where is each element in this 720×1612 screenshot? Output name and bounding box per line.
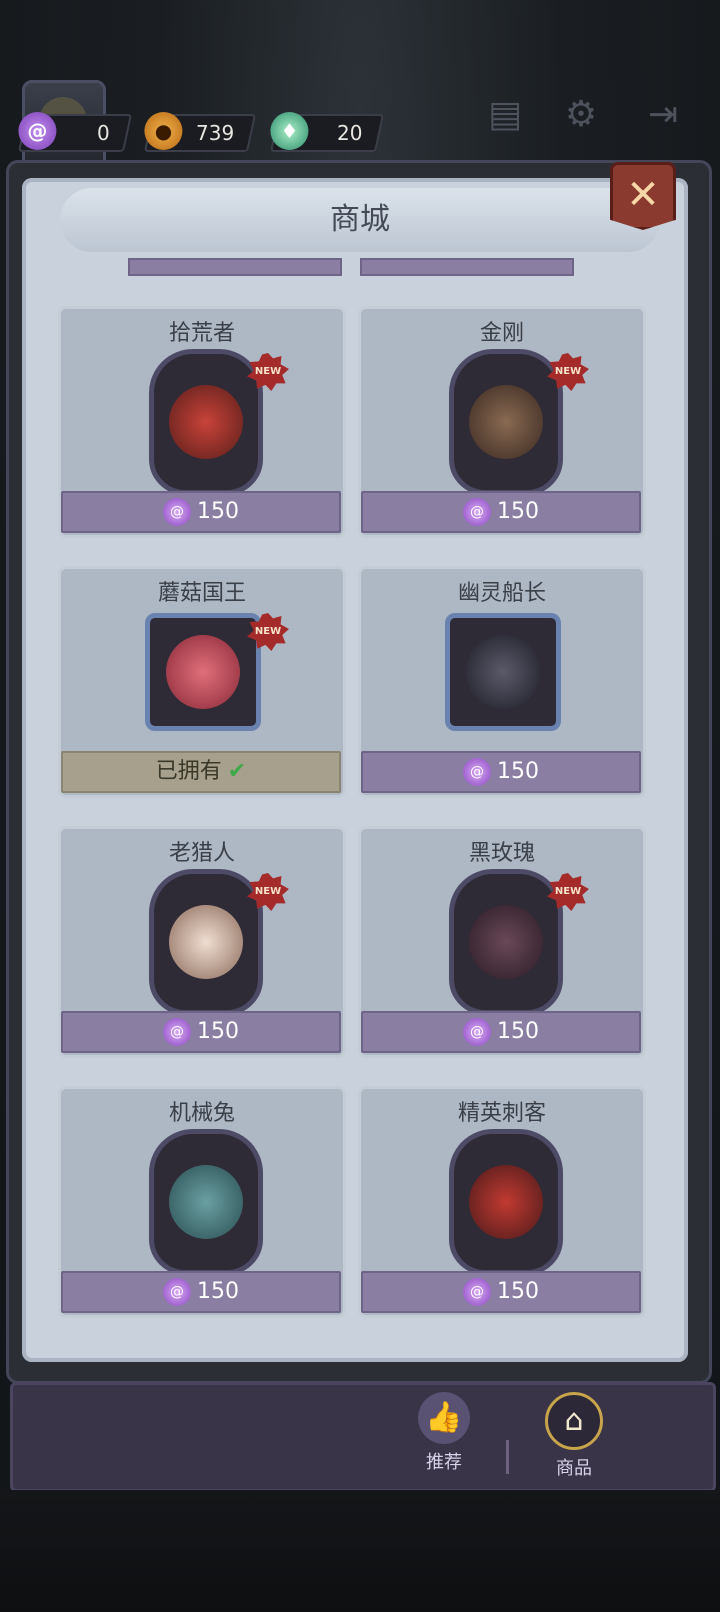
gorilla-icon	[469, 385, 543, 459]
close-button[interactable]: ✕	[610, 162, 676, 230]
shop-item-card[interactable]: 拾荒者 NEW @150	[58, 306, 346, 538]
shop-item-card[interactable]: 老猎人 NEW @150	[58, 826, 346, 1058]
checkmark-icon: ✔	[227, 759, 247, 784]
character-portrait	[149, 1129, 263, 1275]
candy-icon: @	[163, 1018, 191, 1046]
candy-icon: @	[163, 498, 191, 526]
scrolled-price-bar	[128, 258, 342, 276]
pumpkin-icon: ●	[144, 112, 183, 150]
tab-recommend[interactable]: 👍 推荐	[404, 1392, 484, 1482]
character-portrait	[449, 349, 563, 495]
potion-icon: ♦	[270, 112, 309, 150]
pumpkin-count: 739	[195, 121, 234, 145]
mech-rabbit-icon	[169, 1165, 243, 1239]
item-price: 150	[497, 1019, 539, 1044]
exit-icon[interactable]: ⇥	[640, 92, 686, 138]
candy-icon: @	[163, 1278, 191, 1306]
item-price: 150	[197, 499, 239, 524]
potion-count: 20	[336, 121, 362, 145]
item-name: 黑玫瑰	[468, 841, 535, 866]
candy-resource[interactable]: @ 0	[17, 112, 133, 152]
shop-item-card[interactable]: 黑玫瑰 NEW @150	[358, 826, 646, 1058]
item-price: 150	[197, 1279, 239, 1304]
shop-item-card[interactable]: 蘑菇国王 NEW 已拥有 ✔	[58, 566, 346, 798]
character-portrait	[449, 1129, 563, 1275]
character-portrait	[149, 349, 263, 495]
candy-icon: @	[463, 498, 491, 526]
scrolled-price-bar	[360, 258, 574, 276]
price-button[interactable]: @150	[61, 491, 341, 533]
item-price: 150	[197, 1019, 239, 1044]
book-icon[interactable]: ▤	[482, 92, 528, 138]
nav-divider	[506, 1440, 509, 1474]
item-price: 150	[497, 1279, 539, 1304]
item-name: 蘑菇国王	[157, 581, 246, 606]
character-portrait	[149, 869, 263, 1015]
bottom-shadow	[0, 1490, 720, 1612]
item-name: 金刚	[479, 321, 524, 346]
candy-icon: @	[463, 1018, 491, 1046]
bat-icon	[466, 635, 540, 709]
candy-count: 0	[97, 121, 110, 145]
character-portrait	[449, 869, 563, 1015]
item-name: 幽灵船长	[457, 581, 546, 606]
potion-resource: ♦ 20	[269, 112, 385, 152]
pumpkin-resource: ● 739	[143, 112, 257, 152]
shop-bag-icon: ⌂	[545, 1392, 603, 1450]
candy-icon: @	[463, 758, 491, 786]
tab-goods[interactable]: ⌂ 商品	[534, 1392, 614, 1482]
shop-item-card[interactable]: 金刚 NEW @150	[358, 306, 646, 538]
item-name: 精英刺客	[457, 1101, 546, 1126]
price-button[interactable]: @150	[61, 1011, 341, 1053]
black-rose-icon	[469, 905, 543, 979]
price-button[interactable]: @150	[361, 1271, 641, 1313]
owned-label: 已拥有	[155, 759, 222, 784]
candy-icon: @	[18, 112, 57, 150]
tab-goods-label: 商品	[556, 1458, 592, 1479]
thumbs-up-icon: 👍	[418, 1392, 470, 1444]
shop-title: 商城	[60, 188, 660, 252]
item-name: 拾荒者	[168, 321, 235, 346]
item-grid: 拾荒者 NEW @150 金刚 NEW @150 蘑菇国王 NEW 已拥有 ✔ 幽…	[58, 306, 662, 1346]
gear-icon[interactable]: ⚙	[558, 92, 604, 138]
shop-item-card[interactable]: 机械兔 @150	[58, 1086, 346, 1318]
shop-item-card[interactable]: 幽灵船长 @150	[358, 566, 646, 798]
owned-status: 已拥有 ✔	[61, 751, 341, 793]
price-button[interactable]: @150	[361, 751, 641, 793]
item-price: 150	[497, 759, 539, 784]
candy-icon: @	[463, 1278, 491, 1306]
item-name: 机械兔	[168, 1101, 235, 1126]
old-hunter-icon	[169, 905, 243, 979]
mushroom-king-icon	[166, 635, 240, 709]
shop-item-card[interactable]: 精英刺客 @150	[358, 1086, 646, 1318]
item-name: 老猎人	[168, 841, 235, 866]
item-price: 150	[497, 499, 539, 524]
assassin-icon	[469, 1165, 543, 1239]
price-button[interactable]: @150	[361, 491, 641, 533]
tab-recommend-label: 推荐	[426, 1452, 462, 1473]
price-button[interactable]: @150	[61, 1271, 341, 1313]
character-portrait	[145, 613, 261, 731]
character-portrait	[445, 613, 561, 731]
scavenger-icon	[169, 385, 243, 459]
price-button[interactable]: @150	[361, 1011, 641, 1053]
top-hud: @ 0 ● 739 ♦ 20 ▤ ⚙ ⇥	[0, 0, 720, 170]
